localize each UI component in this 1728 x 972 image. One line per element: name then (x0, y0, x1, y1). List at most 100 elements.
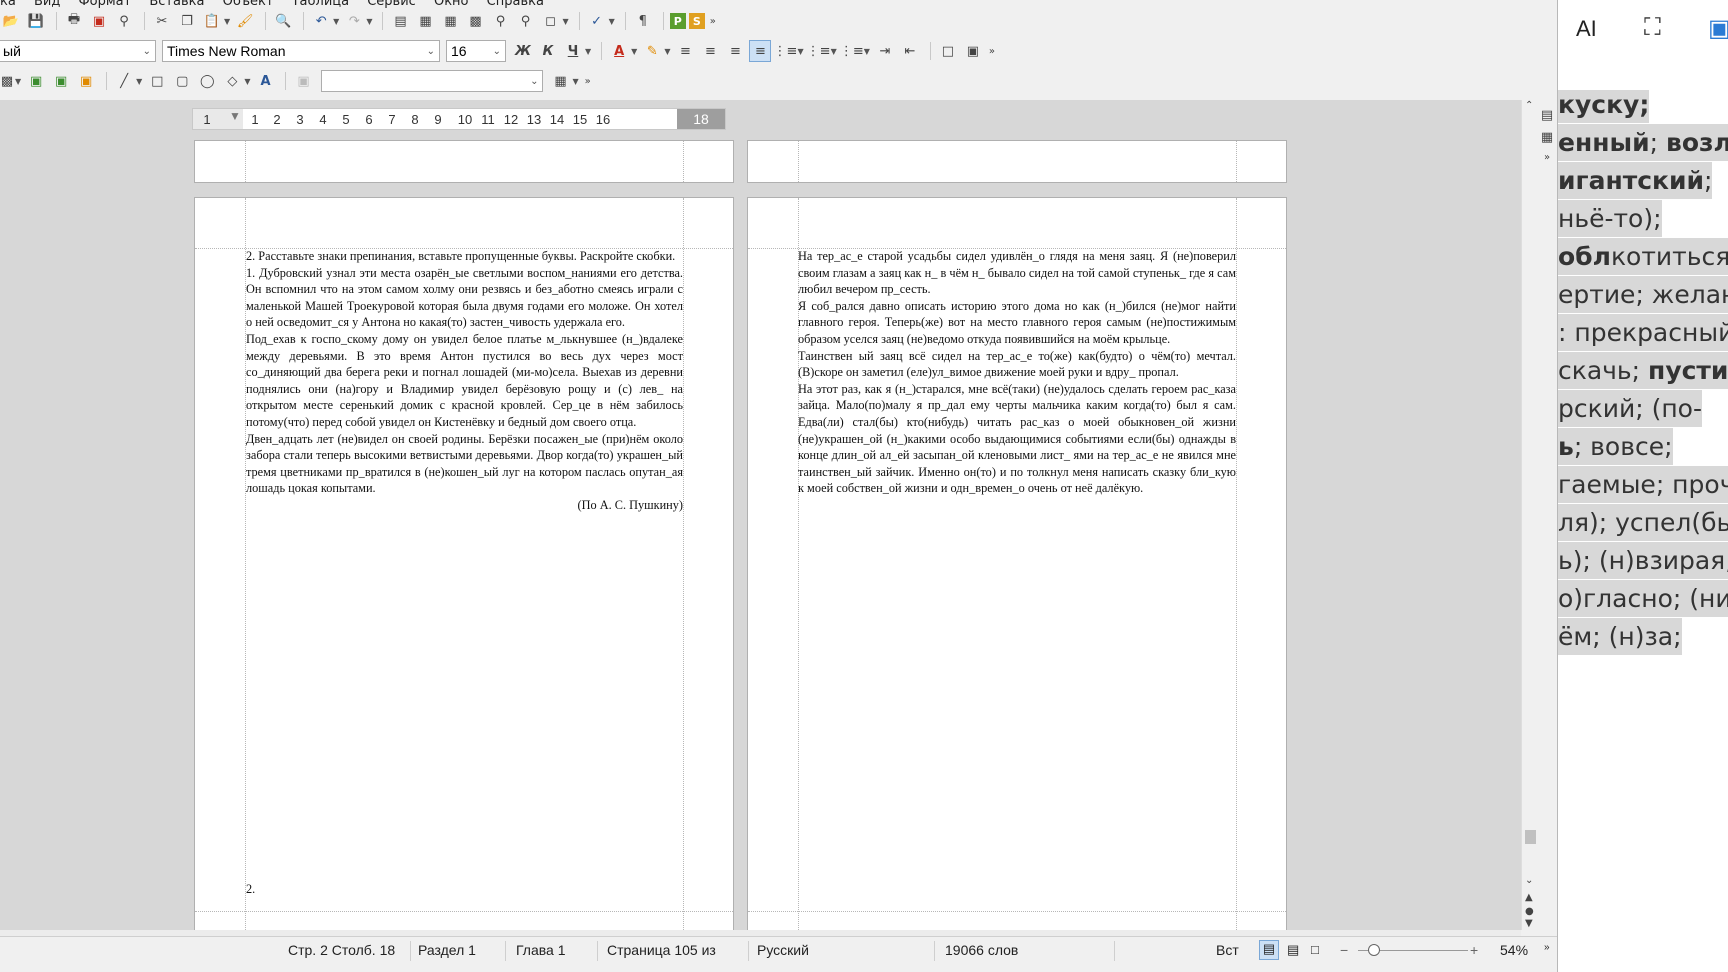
font-color-icon[interactable]: A (608, 40, 630, 62)
scroll-up-icon[interactable]: ⌃ (1525, 100, 1533, 111)
vertical-scrollbar[interactable]: ⌃ ⌄ ▲ ● ▼ (1521, 100, 1538, 930)
status-page-of[interactable]: Страница 105 из (607, 942, 716, 958)
app-icon[interactable]: ▣ (1708, 14, 1728, 43)
zoom-page-icon[interactable]: ⚲ (514, 10, 536, 32)
shapes-dropdown-icon[interactable]: ▼ (244, 77, 250, 86)
rounded-rectangle-icon[interactable]: ▢ (171, 70, 193, 92)
sidebar-properties-icon[interactable]: ▤ (1538, 104, 1556, 126)
line-icon[interactable]: ╱ (113, 70, 135, 92)
undo-dropdown-icon[interactable]: ▼ (333, 17, 339, 26)
plugin-p-icon[interactable]: P (669, 13, 686, 29)
borders-dropdown-icon[interactable]: ▼ (572, 77, 578, 86)
font-name-combo[interactable]: Times New Roman ⌄ (162, 40, 440, 62)
plugin-s-icon[interactable]: S (688, 13, 705, 29)
export-pdf-icon[interactable]: ▣ (88, 10, 110, 32)
numbered-list-dropdown-icon[interactable]: ▼ (831, 47, 837, 56)
multi-page-view-icon[interactable]: ▤ (1287, 942, 1299, 958)
redo-dropdown-icon[interactable]: ▼ (366, 17, 372, 26)
cut-icon[interactable]: ✂ (151, 10, 173, 32)
clone-formatting-icon[interactable]: 🖌 (234, 10, 256, 32)
highlight-color-icon[interactable]: ✎ (641, 40, 663, 62)
bullet-list-dropdown-icon[interactable]: ▼ (797, 47, 803, 56)
side-panel-content[interactable]: куску; енный; возлага игантский; ньё-то)… (1558, 90, 1728, 972)
insert-object-dropdown-icon[interactable]: ▼ (15, 77, 21, 86)
menu-item-tools[interactable]: Сервис (367, 0, 416, 8)
numbered-list-icon[interactable]: ⋮≡ (807, 40, 831, 62)
zoom-in-icon[interactable]: + (1470, 942, 1478, 958)
highlight-dropdown-icon[interactable]: ▼ (664, 47, 670, 56)
zoom-out-icon[interactable]: − (1340, 942, 1348, 958)
toolbar-overflow-icon[interactable]: » (987, 40, 997, 62)
increase-indent-icon[interactable]: ⇥ (874, 40, 896, 62)
zoom-slider-knob[interactable] (1368, 944, 1380, 956)
open-icon[interactable]: 📂 (0, 10, 22, 32)
object-name-combo[interactable]: ⌄ (321, 70, 544, 92)
navigate-by-icon[interactable]: ● (1525, 906, 1534, 917)
status-language[interactable]: Русский (757, 942, 809, 958)
underline-button[interactable]: Ч (562, 40, 584, 62)
page-right-text[interactable]: На тер_ас_е старой усадьбы сидел удивлён… (798, 248, 1236, 497)
insert-shape-icon[interactable]: ◻ (539, 10, 561, 32)
align-justify-icon[interactable]: ≡ (749, 40, 772, 62)
status-word-count[interactable]: 19066 слов (945, 942, 1018, 958)
align-right-icon[interactable]: ≡ (724, 40, 746, 62)
ai-button[interactable]: AI (1576, 16, 1597, 42)
book-view-icon[interactable]: □ (1311, 942, 1319, 957)
sidebar-more-icon[interactable]: » (1538, 146, 1556, 168)
document-canvas[interactable]: 1 ▼ 1 2 3 4 5 6 7 8 9 10 11 12 13 14 15 … (0, 100, 1521, 930)
page-right[interactable]: На тер_ас_е старой усадьбы сидел удивлён… (747, 197, 1287, 930)
spelling-icon[interactable]: ✓ (586, 10, 608, 32)
ellipse-icon[interactable]: ◯ (196, 70, 218, 92)
bold-button[interactable]: Ж (512, 40, 534, 62)
align-left-icon[interactable]: ≡ (674, 40, 696, 62)
insert-chart-icon[interactable]: ▩ (464, 10, 486, 32)
copy-icon[interactable]: ❐ (176, 10, 198, 32)
decrease-indent-icon[interactable]: ⇤ (899, 40, 921, 62)
menu-item-window[interactable]: Окно (434, 0, 469, 8)
zoom-icon[interactable]: ⚲ (489, 10, 511, 32)
find-replace-icon[interactable]: 🔍 (272, 10, 294, 32)
insert-image-icon[interactable]: ▣ (50, 70, 72, 92)
statusbar-overflow-icon[interactable]: » (1544, 942, 1550, 953)
bullet-list-icon[interactable]: ⋮≡ (774, 40, 798, 62)
page-previous-right[interactable] (747, 140, 1287, 183)
paragraph-dialog-icon[interactable]: ▣ (962, 40, 984, 62)
insert-field-icon[interactable]: ▦ (414, 10, 436, 32)
menu-item-insert[interactable]: Вставка (149, 0, 204, 8)
page-left[interactable]: 2. Расставьте знаки препинания, вставьте… (194, 197, 734, 930)
basic-shapes-icon[interactable]: ◇ (221, 70, 243, 92)
insert-object-icon[interactable]: ▩ (0, 70, 14, 92)
toolbar-overflow-icon[interactable]: » (708, 10, 718, 32)
zoom-level[interactable]: 54% (1500, 942, 1528, 958)
menu-item-object[interactable]: Объект (223, 0, 274, 8)
menu-item-view[interactable]: Вид (34, 0, 60, 8)
next-page-icon[interactable]: ▼ (1525, 918, 1533, 929)
fontwork-icon[interactable]: A (254, 70, 276, 92)
toggle-extrusion-icon[interactable]: ▣ (292, 70, 314, 92)
status-page-column[interactable]: Стр. 2 Столб. 18 (288, 942, 395, 958)
outline-list-icon[interactable]: ⋮≡ (840, 40, 864, 62)
previous-page-icon[interactable]: ▲ (1525, 892, 1533, 903)
rectangle-icon[interactable]: □ (146, 70, 168, 92)
sidebar-styles-icon[interactable]: ▦ (1538, 126, 1556, 148)
paste-icon[interactable]: 📋 (201, 10, 223, 32)
page-previous-left[interactable] (194, 140, 734, 183)
outline-dropdown-icon[interactable]: ▼ (864, 47, 870, 56)
page-left-text[interactable]: 2. Расставьте знаки препинания, вставьте… (246, 248, 683, 514)
scroll-down-icon[interactable]: ⌄ (1525, 875, 1533, 886)
menu-item-help[interactable]: Справка (487, 0, 544, 8)
underline-dropdown-icon[interactable]: ▼ (585, 47, 591, 56)
insert-textbox-icon[interactable]: ▣ (75, 70, 97, 92)
status-insert-mode[interactable]: Вст (1216, 942, 1239, 958)
table-borders-icon[interactable]: ▦ (549, 70, 571, 92)
print-preview-icon[interactable]: ⚲ (113, 10, 135, 32)
single-page-view-icon[interactable]: ▤ (1259, 940, 1279, 960)
undo-icon[interactable]: ↶ (310, 10, 332, 32)
align-center-icon[interactable]: ≡ (699, 40, 721, 62)
paragraph-style-combo[interactable]: ый ⌄ (0, 40, 156, 62)
insert-shape-dropdown-icon[interactable]: ▼ (562, 17, 568, 26)
font-color-dropdown-icon[interactable]: ▼ (631, 47, 637, 56)
italic-button[interactable]: К (537, 40, 559, 62)
print-icon[interactable]: 🖶 (63, 10, 85, 32)
horizontal-ruler[interactable]: 1 ▼ 1 2 3 4 5 6 7 8 9 10 11 12 13 14 15 … (192, 108, 726, 130)
